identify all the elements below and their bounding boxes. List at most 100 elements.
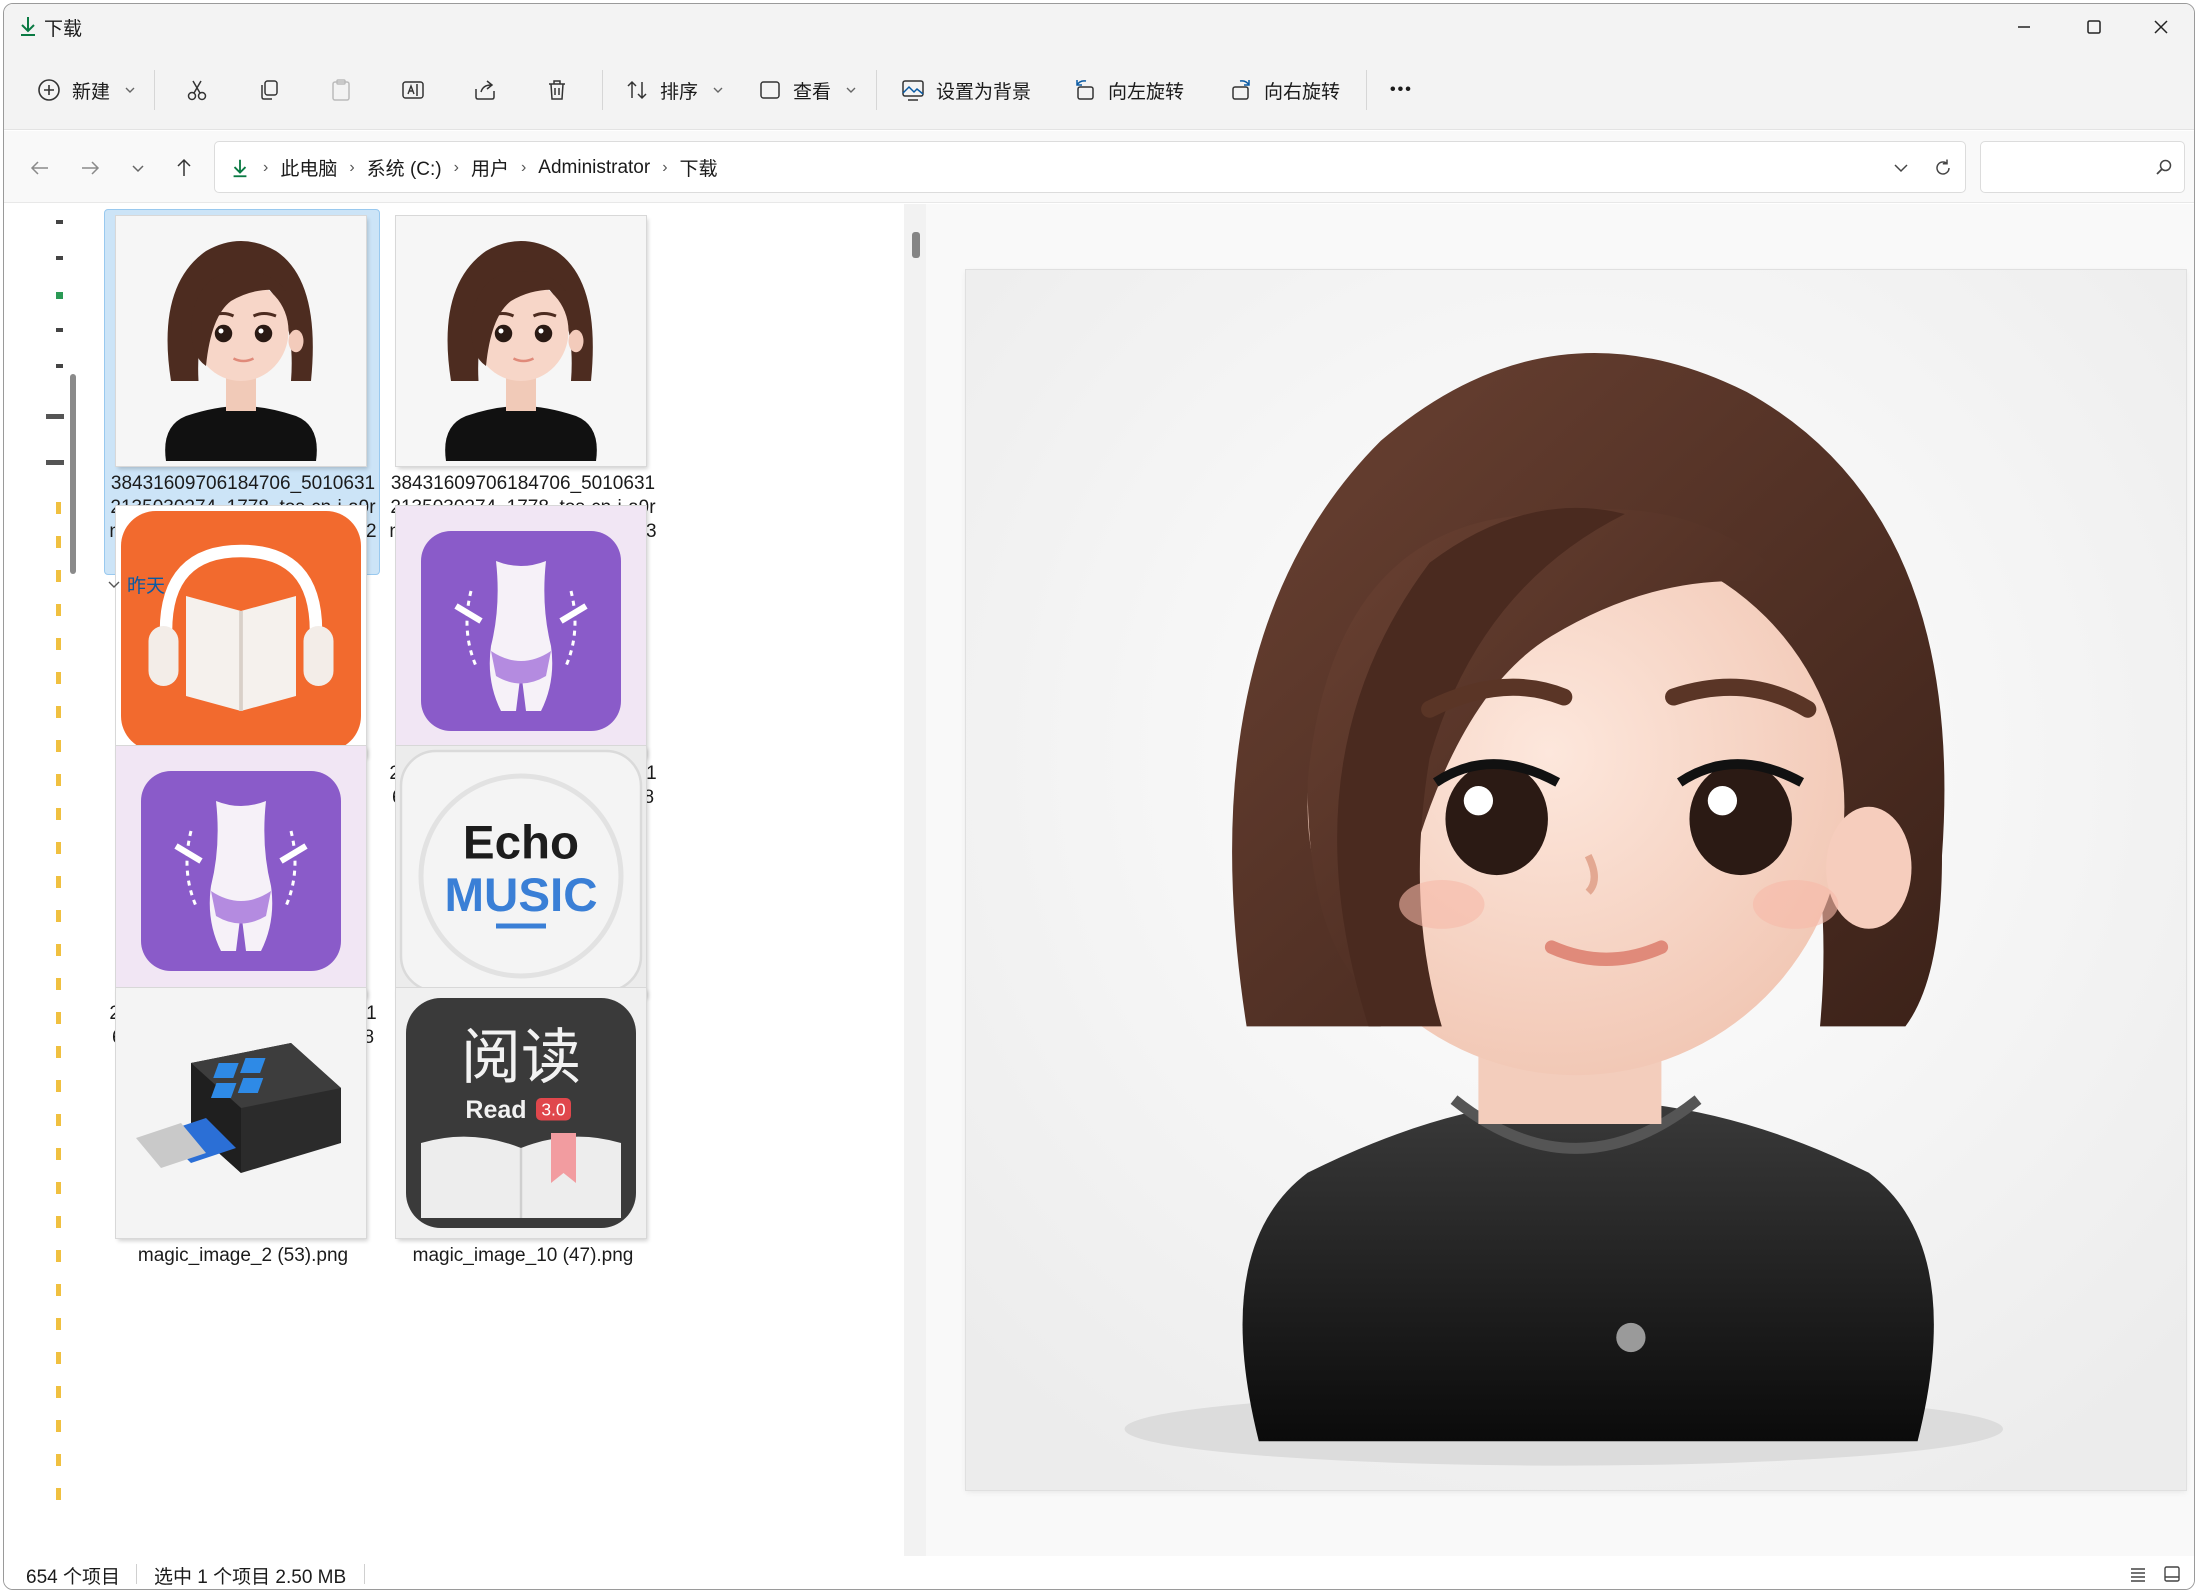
breadcrumb-separator: › xyxy=(662,158,668,176)
more-options-button[interactable]: ••• xyxy=(1382,66,1421,114)
chevron-down-icon xyxy=(1894,164,1908,173)
folder-icon xyxy=(56,1080,61,1092)
breadcrumb-users[interactable]: 用户 xyxy=(471,154,509,181)
drive-icon xyxy=(46,460,64,465)
wallpaper-icon xyxy=(902,80,924,101)
downloads-icon xyxy=(21,17,35,36)
recent-locations-button[interactable] xyxy=(118,148,158,188)
nav-item-marker xyxy=(56,292,63,299)
breadcrumb-administrator[interactable]: Administrator xyxy=(538,157,650,179)
item-count: 654 个项目 xyxy=(26,1567,120,1588)
selection-info: 选中 1 个项目 2.50 MB xyxy=(154,1567,347,1588)
svg-text:3.0: 3.0 xyxy=(541,1100,566,1120)
window-title: 下载 xyxy=(44,19,83,40)
minimize-icon xyxy=(2018,26,2030,28)
folder-icon xyxy=(56,740,61,752)
file-list: 38431609706184706_50106312135030274_1778… xyxy=(104,204,904,1554)
search-box[interactable] xyxy=(1980,141,2185,193)
girl-figure-thumb xyxy=(116,216,366,466)
thumbnail-view-button[interactable] xyxy=(2158,1560,2186,1588)
cut-button[interactable] xyxy=(176,66,218,114)
search-input[interactable] xyxy=(1991,154,2141,174)
audiobook-app-icon xyxy=(116,506,366,756)
folder-icon xyxy=(56,1420,61,1432)
breadcrumb-separator: › xyxy=(453,158,459,176)
toolbar-divider xyxy=(1366,70,1367,110)
delete-button[interactable] xyxy=(536,66,578,114)
tiles-view-icon xyxy=(2164,1566,2180,1582)
nav-item-marker xyxy=(56,328,63,332)
minimize-button[interactable] xyxy=(1989,4,2059,50)
more-icon: ••• xyxy=(1390,81,1413,98)
share-button[interactable] xyxy=(464,66,506,114)
rotate-right-button[interactable]: 向右旋转 xyxy=(1220,66,1348,114)
folder-icon xyxy=(56,978,61,990)
chevron-down-icon xyxy=(846,87,856,93)
downloads-icon xyxy=(233,159,247,177)
file-list-scrollbar[interactable] xyxy=(904,204,926,1556)
chevron-down-icon xyxy=(125,87,135,93)
folder-icon xyxy=(56,638,61,650)
svg-text:Read: Read xyxy=(465,1096,526,1124)
breadcrumb-this-pc[interactable]: 此电脑 xyxy=(280,154,337,181)
echo-music-app-icon: Echo MUSIC xyxy=(396,746,646,996)
chevron-down-icon xyxy=(108,581,120,588)
address-row: › 此电脑 › 系统 (C:) › 用户 › Administrator › 下… xyxy=(4,131,2194,203)
back-button[interactable] xyxy=(20,148,60,188)
breadcrumb-separator: › xyxy=(263,158,269,176)
usb-drive-icon xyxy=(116,988,366,1238)
copy-icon xyxy=(261,80,278,100)
rotate-right-label: 向右旋转 xyxy=(1264,81,1341,103)
folder-icon xyxy=(56,502,61,514)
folder-icon xyxy=(56,808,61,820)
breadcrumb-separator: › xyxy=(349,158,355,176)
up-button[interactable] xyxy=(164,148,204,188)
navigation-pane xyxy=(4,204,104,1554)
new-button[interactable]: 新建 xyxy=(28,66,144,114)
breadcrumb-system-drive[interactable]: 系统 (C:) xyxy=(367,154,442,181)
rotate-left-icon xyxy=(1076,80,1094,100)
folder-icon xyxy=(56,1114,61,1126)
svg-text:阅读: 阅读 xyxy=(461,1023,581,1093)
folder-icon xyxy=(56,944,61,956)
forward-button[interactable] xyxy=(70,148,110,188)
rename-button[interactable] xyxy=(392,66,434,114)
sort-icon xyxy=(627,80,647,100)
address-bar[interactable]: › 此电脑 › 系统 (C:) › 用户 › Administrator › 下… xyxy=(214,141,1966,193)
group-header-yesterday[interactable]: 昨天 xyxy=(107,571,165,598)
copy-button[interactable] xyxy=(248,66,290,114)
toolbar-divider xyxy=(602,70,603,110)
folder-icon xyxy=(56,706,61,718)
file-item[interactable]: 阅读 Read 3.0 magic_image_10 (47).png xyxy=(384,981,660,1327)
close-button[interactable] xyxy=(2126,4,2194,50)
refresh-icon xyxy=(1936,159,1950,175)
folder-icon xyxy=(56,570,61,582)
details-view-button[interactable] xyxy=(2124,1560,2152,1588)
nav-pane-scrollbar[interactable] xyxy=(70,374,76,574)
folder-icon xyxy=(56,1352,61,1364)
chevron-down-icon xyxy=(713,87,723,93)
maximize-button[interactable] xyxy=(2059,4,2129,50)
scrollbar-thumb[interactable] xyxy=(912,232,920,258)
address-history-button[interactable] xyxy=(1883,150,1919,186)
set-background-label: 设置为背景 xyxy=(936,81,1032,103)
refresh-button[interactable] xyxy=(1925,150,1961,186)
view-button[interactable]: 查看 xyxy=(749,66,865,114)
trash-icon xyxy=(549,80,565,100)
status-divider xyxy=(364,1564,365,1584)
file-name: magic_image_10 (47).png xyxy=(412,1245,634,1266)
file-item[interactable]: magic_image_2 (53).png xyxy=(104,981,380,1327)
folder-icon xyxy=(56,536,61,548)
reading-app-icon: 阅读 Read 3.0 xyxy=(396,988,646,1238)
file-explorer-window: 下载 新建 排序 查看 设置为背景 向左旋转 向右旋转 ••• › 此电脑 › … xyxy=(3,3,2195,1590)
status-bar: 654 个项目 选中 1 个项目 2.50 MB xyxy=(4,1556,2194,1589)
sort-button[interactable]: 排序 xyxy=(616,66,732,114)
folder-icon xyxy=(56,1250,61,1262)
folder-icon xyxy=(56,1454,61,1466)
rotate-left-button[interactable]: 向左旋转 xyxy=(1064,66,1192,114)
maximize-icon xyxy=(2087,20,2101,34)
search-icon xyxy=(2156,159,2172,175)
breadcrumb-downloads[interactable]: 下载 xyxy=(680,154,718,181)
paste-button[interactable] xyxy=(320,66,362,114)
set-background-button[interactable]: 设置为背景 xyxy=(892,66,1039,114)
